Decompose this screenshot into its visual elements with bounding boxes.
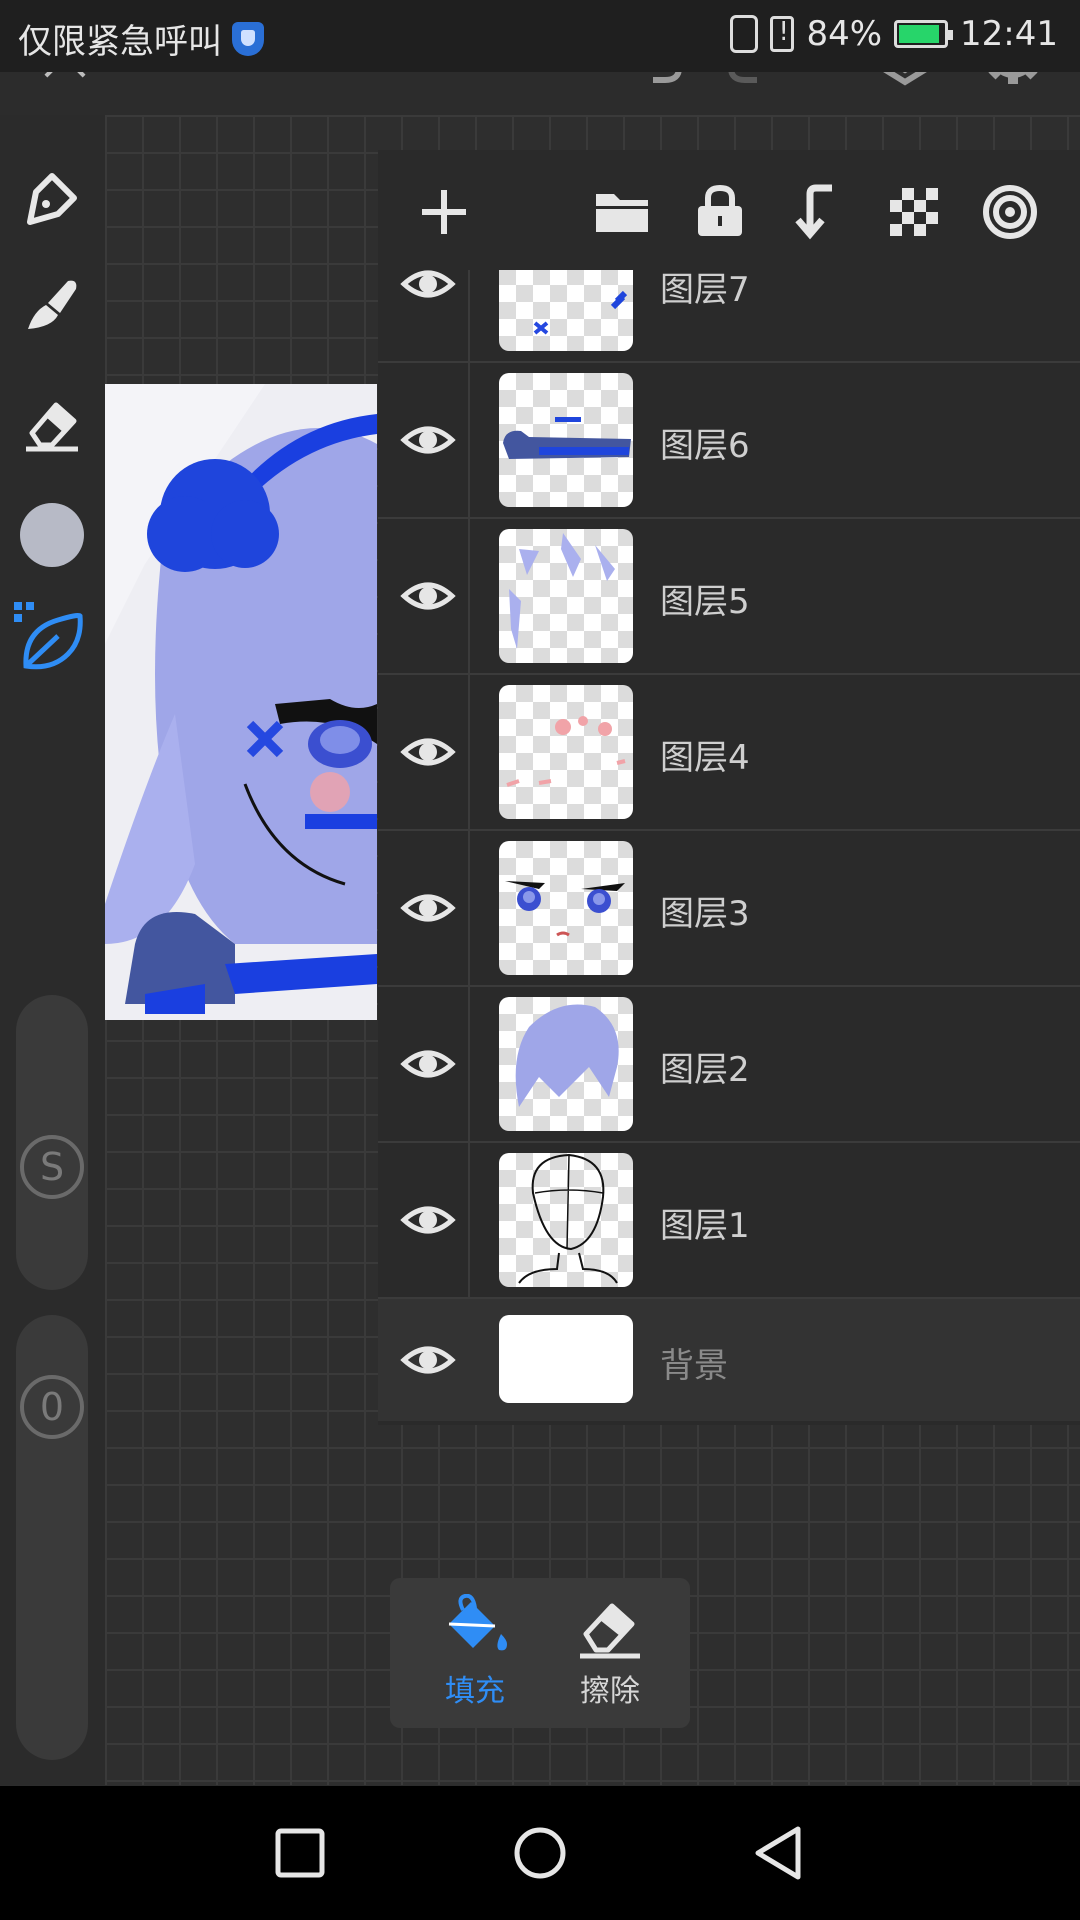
layer-divider [468,270,470,361]
layer-2-preview [515,1004,619,1107]
layer-row-4[interactable]: 图层4 [378,675,1080,831]
no-sim-icon [770,16,795,52]
paint-bucket-icon [448,1594,507,1651]
layer-divider [468,519,470,673]
layer-row-6[interactable]: 图层6 [378,363,1080,519]
layer-row-5[interactable]: 图层5 [378,519,1080,675]
layer-row-1[interactable]: 图层1 [378,1143,1080,1299]
merge-down-icon[interactable] [786,180,850,244]
carrier-text: 仅限紧急呼叫 [18,22,222,62]
shield-icon [232,21,264,56]
layer-thumbnail [499,1153,633,1287]
layer-name: 图层5 [660,582,750,622]
visibility-eye-icon[interactable] [400,1332,456,1388]
layers-list[interactable]: 图层7 图层6 图层5 图层4 图层3 图层2 图层1 背景 [378,270,1080,1425]
layer-5-preview [509,533,615,649]
status-left: 仅限紧急呼叫 [18,14,264,63]
status-right: 84% 12:41 [730,14,1058,54]
vibrate-icon [730,15,759,53]
app-root: S 0 仅限紧急呼叫 ! 84% 12:41 图层7 图层6 图层5 图层4 图… [0,0,1080,1920]
erase-label: 擦除 [580,1674,640,1709]
clock: 12:41 [960,14,1058,54]
layer-name: 图层2 [660,1050,750,1090]
fill-button[interactable]: 填充 [415,1594,535,1710]
color-swatch[interactable] [20,503,84,567]
layer-4-preview [506,716,626,787]
eraser-tool-icon[interactable] [22,393,82,453]
leaf-tool-icon[interactable] [12,600,86,674]
eraser-icon [580,1603,640,1659]
opacity-slider[interactable]: 0 [16,1315,88,1760]
layer-name: 图层3 [660,894,750,934]
layer-divider [468,675,470,829]
layer-row-7[interactable]: 图层7 [378,270,1080,363]
layer-divider [468,987,470,1141]
battery-fill [899,25,940,43]
transparency-icon[interactable] [882,180,946,244]
fill-erase-toolbox: 填充 擦除 [390,1578,690,1728]
layers-panel-header [378,150,1080,270]
layer-name: 背景 [660,1346,728,1386]
opacity-indicator: 0 [20,1375,84,1439]
visibility-eye-icon[interactable] [400,880,456,936]
layer-thumbnail [499,685,633,819]
visibility-eye-icon[interactable] [400,568,456,624]
brush-size-slider[interactable]: S [16,995,88,1290]
layer-thumbnail [499,529,633,663]
battery-icon [894,20,954,48]
add-icon[interactable] [412,180,476,244]
layer-divider [468,1143,470,1297]
layer-name: 图层1 [660,1206,750,1246]
layer-thumbnail [499,1315,633,1403]
layer-6-preview [503,417,631,459]
status-bar: 仅限紧急呼叫 84% 12:41 [0,0,1080,72]
visibility-eye-icon[interactable] [400,1192,456,1248]
canvas-artwork[interactable] [105,384,377,1020]
back-icon[interactable] [750,1823,810,1883]
layer-thumbnail [499,373,633,507]
layer-row-background[interactable]: 背景 [378,1299,1080,1421]
layer-divider [468,831,470,985]
folder-icon[interactable] [590,180,654,244]
layer-1-preview [518,1153,618,1284]
layer-7-preview [533,290,628,335]
system-nav-bar [0,1786,1080,1920]
layer-name: 图层4 [660,738,750,778]
lock-icon[interactable] [688,180,752,244]
visibility-eye-icon[interactable] [400,412,456,468]
layer-row-2[interactable]: 图层2 [378,987,1080,1143]
tool-sidebar: S 0 [0,115,105,1785]
layer-thumbnail [499,997,633,1131]
visibility-eye-icon[interactable] [400,1036,456,1092]
layer-row-3[interactable]: 图层3 [378,831,1080,987]
erase-button[interactable]: 擦除 [550,1594,670,1710]
fill-label: 填充 [445,1674,505,1709]
brush-tool-icon[interactable] [22,275,82,335]
layer-name: 图层6 [660,426,750,466]
artwork-drawing [105,384,377,1020]
recents-icon[interactable] [270,1823,330,1883]
layer-thumbnail [499,270,633,351]
home-icon[interactable] [510,1823,570,1883]
visibility-eye-icon[interactable] [400,270,456,312]
visibility-eye-icon[interactable] [400,724,456,780]
layer-3-preview [505,881,625,937]
battery-percent: 84% [806,14,883,54]
target-icon[interactable] [978,180,1042,244]
layer-divider [468,363,470,517]
layers-panel: 图层7 图层6 图层5 图层4 图层3 图层2 图层1 背景 [378,150,1080,1425]
pen-tool-icon[interactable] [22,170,82,230]
size-indicator: S [20,1135,84,1199]
layer-thumbnail [499,841,633,975]
layer-name: 图层7 [660,270,750,310]
